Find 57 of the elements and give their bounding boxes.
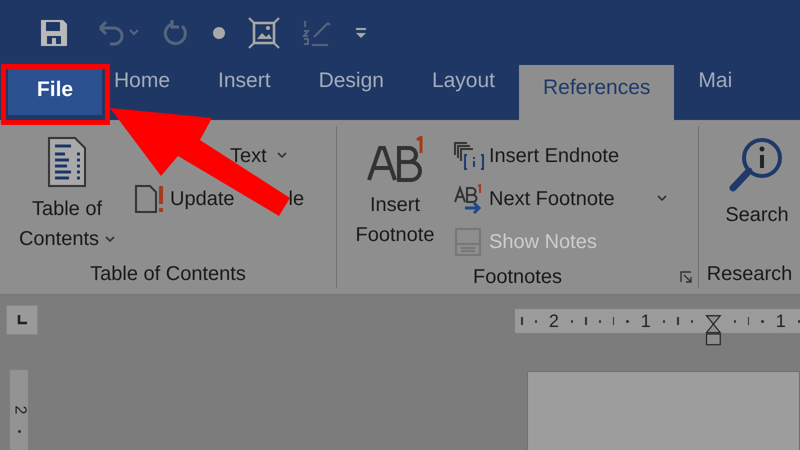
tick-mark — [626, 320, 629, 322]
ribbon-tab[interactable]: References — [519, 65, 674, 120]
tick-mark — [18, 430, 20, 433]
ribbon-tab[interactable]: Layout — [432, 56, 495, 106]
button-label: Insert Footnote — [354, 193, 436, 248]
tick-mark — [521, 317, 523, 325]
chevron-down-icon — [105, 236, 116, 244]
button-label: le — [288, 186, 304, 212]
ribbon-tab[interactable]: Insert — [218, 56, 271, 106]
tick-mark — [748, 317, 750, 325]
button-label: Search — [724, 203, 790, 228]
button-label: Insert Endnote — [489, 144, 620, 168]
footnote-icon — [365, 136, 425, 184]
ribbon-button[interactable]: Search — [707, 126, 800, 230]
tick-mark — [570, 320, 574, 322]
button-label: Table of Contents — [12, 194, 122, 254]
tick-mark — [798, 320, 800, 322]
left-tab-icon — [17, 315, 27, 325]
button-label: Text — [230, 144, 267, 168]
tick-mark — [677, 317, 679, 325]
tick-mark — [585, 317, 587, 325]
chevron-down-icon — [656, 195, 667, 202]
button-label: Next Footnote — [489, 186, 615, 212]
ribbon-tab[interactable]: Design — [318, 56, 384, 106]
button-label: Show Notes — [489, 230, 597, 254]
ruler-number: 1 — [776, 310, 786, 332]
chevron-down-icon — [276, 152, 287, 159]
document-list-icon — [47, 136, 87, 188]
ribbon-button[interactable]: Next Footnote — [453, 177, 667, 220]
ruler-number: 1 — [640, 310, 651, 332]
group-label: Footnotes — [473, 265, 562, 290]
ruler-number: 2 — [548, 310, 559, 332]
ribbon-button[interactable]: Update le — [134, 177, 304, 220]
picture-icon[interactable] — [248, 16, 280, 48]
group-label: Research — [706, 262, 792, 287]
tick-mark — [612, 317, 614, 325]
button-label: Update — [170, 186, 234, 212]
tick-mark — [690, 320, 693, 322]
group-label: Table of Contents — [90, 262, 246, 287]
tick-mark — [761, 320, 764, 322]
ribbon-button[interactable]: Insert Footnote — [345, 126, 445, 250]
ruler-number: 2 — [10, 406, 29, 414]
tick-mark — [734, 320, 736, 322]
ribbon-button[interactable]: Text — [134, 134, 304, 177]
document-alert-icon — [134, 184, 166, 214]
ribbon-tab[interactable]: Mai — [698, 56, 732, 106]
dialog-launcher-icon[interactable] — [680, 271, 692, 283]
dot-icon[interactable] — [212, 26, 226, 40]
ribbon-tab[interactable]: Home — [114, 56, 170, 106]
tab-selector[interactable] — [6, 305, 38, 335]
endnote-icon — [453, 140, 485, 170]
tick-mark — [662, 320, 666, 322]
tick-mark — [598, 320, 601, 322]
customize-icon[interactable] — [354, 26, 368, 40]
ribbon-button[interactable]: Insert Endnote — [453, 134, 667, 177]
ribbon-button[interactable]: Table of Contents — [8, 126, 126, 254]
tick-mark — [534, 320, 537, 322]
